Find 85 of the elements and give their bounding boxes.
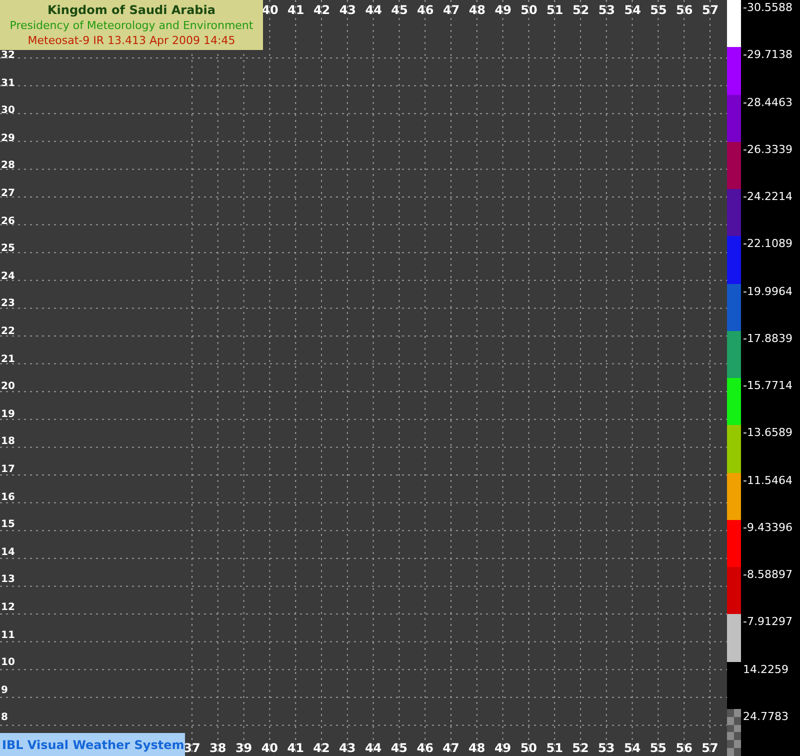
latitude-label: 8 — [1, 713, 8, 724]
longitude-label: 56 — [676, 742, 692, 754]
latitude-label: 26 — [1, 216, 15, 227]
latitude-label: 21 — [1, 354, 15, 365]
latitude-label: 17 — [1, 465, 15, 475]
longitude-label: 49 — [494, 742, 512, 754]
latitude-label: 29 — [1, 134, 15, 144]
product-label: Meteosat-9 IR 13.413 Apr 2009 14:45 — [28, 32, 236, 48]
longitude-label: 52 — [572, 742, 589, 754]
latitude-label: 12 — [1, 603, 15, 613]
legend-value: -19.9964 — [743, 284, 792, 300]
longitude-label: 37 — [184, 742, 200, 754]
longitude-label: 46 — [417, 4, 434, 16]
legend-value: -8.58897 — [743, 567, 792, 583]
latitude-label: 24 — [1, 272, 15, 282]
latitude-label: 32 — [1, 51, 15, 61]
longitude-label: 46 — [416, 742, 434, 754]
latitude-label: 25 — [1, 244, 15, 254]
longitude-label: 50 — [520, 4, 538, 16]
legend-value: 14.2259 — [743, 662, 788, 678]
longitude-label: 43 — [339, 742, 356, 754]
legend-value: -11.5464 — [743, 472, 792, 488]
longitude-label: 55 — [650, 4, 667, 16]
longitude-label: 52 — [572, 4, 590, 16]
legend-value: -28.4463 — [743, 94, 792, 110]
latitude-label: 30 — [1, 106, 15, 116]
legend-value: 24.7783 — [743, 708, 788, 725]
longitude-label: 45 — [390, 742, 408, 754]
longitude-label: 47 — [442, 742, 460, 754]
legend-value: -9.43396 — [743, 520, 792, 536]
latitude-label: 14 — [1, 548, 15, 558]
longitude-label: 47 — [442, 4, 460, 16]
latitude-label: 11 — [1, 630, 15, 641]
longitude-label: 54 — [624, 4, 641, 16]
legend-value: -13.6589 — [743, 425, 792, 442]
footer-title: IBL Visual Weather System — [2, 736, 184, 754]
latitude-label: 10 — [1, 658, 15, 668]
legend-value: -7.91297 — [743, 614, 792, 630]
longitude-label: 51 — [546, 742, 563, 754]
longitude-label: 56 — [676, 4, 693, 16]
legend-value: -22.1089 — [743, 236, 792, 252]
longitude-label: 39 — [235, 742, 252, 754]
longitude-label: 55 — [650, 742, 667, 754]
longitude-label: 48 — [468, 742, 486, 754]
longitude-label: 41 — [288, 4, 304, 16]
header-subtitle: Presidency of Meteorology and Environment — [10, 18, 254, 32]
latitude-label: 23 — [1, 299, 15, 310]
longitude-label: 53 — [598, 4, 616, 16]
longitude-label: 51 — [546, 4, 564, 16]
longitude-label: 57 — [702, 742, 718, 754]
checkered-swatch — [727, 708, 741, 756]
legend-value: -26.3339 — [743, 142, 792, 158]
latitude-label: 13 — [1, 575, 15, 586]
latitude-label: 19 — [1, 410, 15, 420]
longitude-label: 38 — [210, 742, 226, 754]
legend-value: -30.5588 — [743, 0, 792, 16]
latitude-label: 31 — [1, 78, 15, 89]
latitude-label: 9 — [1, 686, 8, 696]
latitude-label: 22 — [1, 327, 15, 337]
longitude-label: 44 — [365, 4, 382, 16]
longitude-label: 40 — [262, 4, 278, 16]
longitude-label: 40 — [261, 742, 278, 754]
latitude-label: 28 — [1, 161, 15, 172]
latitude-label: 20 — [1, 382, 15, 392]
longitude-label: 42 — [313, 742, 330, 754]
longitude-label: 54 — [624, 742, 641, 754]
longitude-label: 45 — [391, 4, 408, 16]
latitude-label: 16 — [1, 492, 15, 503]
longitude-label: 49 — [494, 4, 512, 16]
latitude-label: 15 — [1, 520, 15, 530]
legend-value: -24.2214 — [743, 189, 792, 205]
longitude-label: 42 — [313, 4, 330, 16]
longitude-label: 57 — [702, 4, 719, 16]
header-title: Kingdom of Saudi Arabia — [48, 2, 216, 18]
legend-value: -17.8839 — [743, 330, 792, 347]
latitude-label: 27 — [1, 189, 15, 199]
legend-value: -29.7138 — [743, 47, 792, 64]
longitude-label: 48 — [468, 4, 486, 16]
longitude-label: 43 — [339, 4, 356, 16]
longitude-label: 41 — [287, 742, 304, 754]
legend-value: -15.7714 — [743, 378, 792, 394]
longitude-label: 50 — [520, 742, 538, 754]
longitude-label: 44 — [364, 742, 382, 754]
longitude-label: 53 — [598, 742, 615, 754]
latitude-label: 18 — [1, 437, 15, 448]
